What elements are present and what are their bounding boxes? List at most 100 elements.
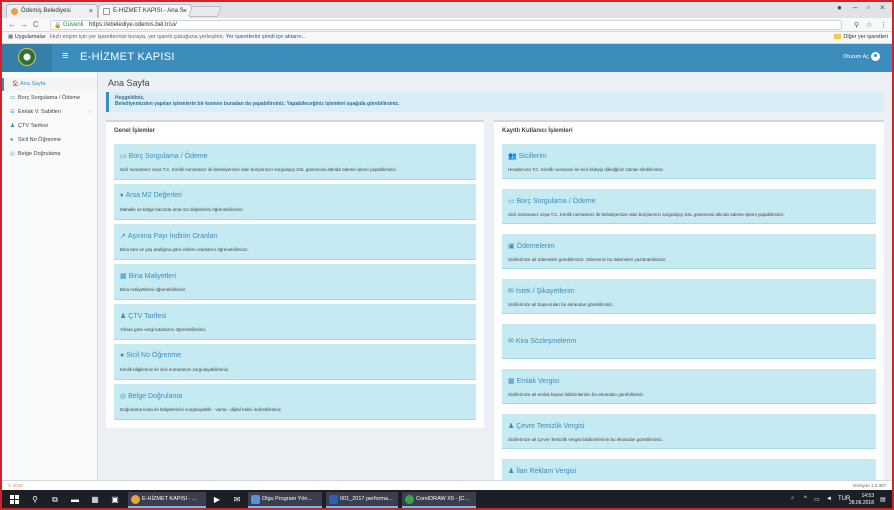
list-icon: ☰ xyxy=(10,109,15,115)
account-icon[interactable]: ● xyxy=(837,3,842,12)
network-icon[interactable]: ▭ xyxy=(814,496,820,503)
folder-icon xyxy=(834,34,842,39)
file-explorer-icon[interactable]: ▬ xyxy=(70,495,80,505)
favicon-icon xyxy=(11,8,18,15)
other-bookmarks[interactable]: Diğer yer işaretleri xyxy=(834,32,888,43)
card-my-leases[interactable]: ✉ Kira Sözleşmelerim xyxy=(502,324,876,359)
hamburger-icon[interactable]: ≡ xyxy=(62,50,68,62)
menu-icon[interactable]: ⋮ xyxy=(880,21,887,29)
main-content: Ana Sayfa Hoşgeldiniz, Belediyemizden ya… xyxy=(98,72,892,504)
card-title: 👥 Sicillerim xyxy=(508,152,547,160)
taskbar-app-label: CorelDRAW X5 - [C... xyxy=(416,496,469,502)
bookmarks-bar: ▦ Uygulamalar Hızlı erişim için yer işar… xyxy=(2,32,892,44)
taskbar-app-chrome[interactable]: E-HİZMET KAPISI - ... xyxy=(128,492,206,508)
page-footer: © 2018 Versiyon 1.0.307 xyxy=(2,480,892,490)
municipality-logo[interactable] xyxy=(2,44,52,72)
card-user-debt-inquiry[interactable]: ▭ Borç Sorgulama / Ödeme Sicil numaranız v… xyxy=(502,189,876,224)
card-ctv-tariff[interactable]: ♟ ÇTV Tarifesi Yıllara göre vergi tutarlar… xyxy=(114,304,476,340)
taskbar-app-word[interactable]: 001_2017 performa... xyxy=(326,492,398,508)
card-document-verify[interactable]: ◎ Belge Doğrulama Doğrulama kodu ile belge… xyxy=(114,384,476,420)
close-icon[interactable]: × xyxy=(183,5,187,18)
clock[interactable]: 14:53 28.06.2018 xyxy=(849,493,874,507)
taskbar-app-olgu[interactable]: Olgu Program Yön... xyxy=(248,492,322,508)
people-icon[interactable]: ♂ xyxy=(790,496,795,502)
app-title: E-HİZMET KAPISI xyxy=(80,51,175,63)
card-desc: Sicillerinize ait Çevre Temizlik Vergisi… xyxy=(508,437,663,442)
registered-user-box: Kayıtlı Kullanıcı İşlemleri 👥 Sicillerim H… xyxy=(494,120,884,504)
card-building-costs[interactable]: ▦ Bina Maliyetleri Bina maliyetlerini öğre… xyxy=(114,264,476,300)
tab-label: E-HİZMET KAPISI - Ana S xyxy=(113,8,184,14)
search-icon[interactable]: ⚲ xyxy=(30,495,40,505)
app-icon xyxy=(251,495,260,504)
windows-start-icon[interactable] xyxy=(10,495,19,504)
new-tab-button[interactable] xyxy=(187,6,223,17)
calculator-icon[interactable]: ▦ xyxy=(90,495,100,505)
tab-label: Ödemiş Belediyesi xyxy=(21,8,71,14)
mail-icon[interactable]: ✉ xyxy=(232,495,242,505)
login-button[interactable]: Oturum Aç xyxy=(843,52,880,61)
card-title: ● Sicil No Öğrenme xyxy=(120,352,181,359)
store-icon[interactable]: ▣ xyxy=(110,495,120,505)
address-bar[interactable]: 🔒 Güvenli https://ebelediye.odemis.bel.t… xyxy=(50,20,842,30)
sidebar-item-verify[interactable]: ◎ Belge Doğrulama xyxy=(2,148,97,161)
card-my-requests[interactable]: ✉ İstek / Şikayetlerim Sicillerinize ait b… xyxy=(502,279,876,314)
chrome-icon xyxy=(131,495,140,504)
taskbar-app-coreldraw[interactable]: CorelDRAW X5 - [C... xyxy=(402,492,476,508)
forward-icon[interactable]: → xyxy=(20,20,28,29)
chevron-left-icon: ‹ xyxy=(89,109,91,115)
apps-shortcut[interactable]: ▦ Uygulamalar xyxy=(8,32,46,43)
browser-tab-ehizmet[interactable]: E-HİZMET KAPISI - Ana S × xyxy=(98,4,192,18)
card-property-tax[interactable]: ▦ Emlak Vergisi Sicillerinize ait emlak be… xyxy=(502,369,876,404)
card-my-registries[interactable]: 👥 Sicillerim Hesabınıza T.C. Kimlik numara… xyxy=(502,144,876,179)
card-desc: Doğrulama kodu ile belgelerinizi sorgula… xyxy=(120,407,283,412)
info-icon: ● xyxy=(120,352,125,359)
card-environment-tax[interactable]: ♟ Çevre Temizlik Vergisi Sicillerinize ait… xyxy=(502,414,876,449)
sidebar-item-label: ÇTV Tarifesi xyxy=(18,123,48,129)
sidebar-item-home[interactable]: 🏠Ana Sayfa xyxy=(2,78,97,91)
taskbar-app-label: 001_2017 performa... xyxy=(340,496,393,502)
back-icon[interactable]: ← xyxy=(8,20,16,29)
apps-label: Uygulamalar xyxy=(14,34,46,40)
notification-icon[interactable]: ▤ xyxy=(880,496,886,503)
media-player-icon[interactable]: ▶ xyxy=(212,495,222,505)
card-my-payments[interactable]: ▣ Ödemelerim Sicillerinize ait ödemeleri g… xyxy=(502,234,876,269)
star-icon[interactable]: ☆ xyxy=(866,21,872,29)
card-desc: Mahalle ve bölge bazında arsa m2 değerle… xyxy=(120,207,244,212)
card-title: ♟ İlan Reklam Vergisi xyxy=(508,467,576,475)
close-window-icon[interactable]: × xyxy=(880,3,885,12)
app-header: ≡ E-HİZMET KAPISI Oturum Aç xyxy=(2,44,892,72)
sidebar-item-registry[interactable]: ● Sicil No Öğrenme xyxy=(2,134,97,147)
general-operations-box: Genel İşlemler ▭ Borç Sorgulama / Ödeme Si… xyxy=(106,120,484,428)
import-bookmarks-link[interactable]: Yer işaretlerini şimdi içe aktarın... xyxy=(226,34,307,40)
clock-date: 28.06.2018 xyxy=(848,500,874,506)
browser-tab-odemis[interactable]: Ödemiş Belediyesi × xyxy=(6,4,98,18)
card-land-values[interactable]: ♦ Arsa M2 Değerleri Mahalle ve bölge bazın… xyxy=(114,184,476,220)
task-view-icon[interactable]: ⧉ xyxy=(50,495,60,505)
card-depreciation[interactable]: ↗ Aşınma Payı İndirim Oranları Bina türü v… xyxy=(114,224,476,260)
taskbar-app-label: E-HİZMET KAPISI - ... xyxy=(142,496,197,502)
reload-icon[interactable]: C xyxy=(33,20,39,29)
card-title-text: Kira Sözleşmelerim xyxy=(515,338,577,345)
sidebar-item-property-tax[interactable]: ☰ Emlak V. Sabitleri ‹ xyxy=(2,106,97,119)
users-icon: 👥 xyxy=(508,153,517,160)
close-icon[interactable]: × xyxy=(89,5,93,18)
login-label: Oturum Aç xyxy=(843,54,869,60)
credit-card-icon: ▭ xyxy=(120,153,127,160)
bookmarks-hint-text: Hızlı erişim için yer işaretlerinizi bur… xyxy=(50,34,225,40)
url-text: https://ebelediye.odemis.bel.tr/ui/ xyxy=(89,22,177,28)
sidebar-item-ctv[interactable]: ♟ ÇTV Tarifesi xyxy=(2,120,97,133)
card-registry-number[interactable]: ● Sicil No Öğrenme Kimlik bilgileriniz ile… xyxy=(114,344,476,380)
volume-icon[interactable]: ◄ xyxy=(826,496,832,502)
check-circle-icon: ◎ xyxy=(10,151,15,157)
card-debt-inquiry[interactable]: ▭ Borç Sorgulama / Ödeme Sicil numaranız v… xyxy=(114,144,476,180)
card-title: ▦ Bina Maliyetleri xyxy=(120,272,176,280)
minimize-icon[interactable]: – xyxy=(853,3,857,12)
chevron-up-icon[interactable]: ^ xyxy=(804,496,807,502)
card-title-text: Emlak Vergisi xyxy=(516,378,560,385)
maximize-icon[interactable]: ▫ xyxy=(867,3,870,12)
card-title: ✉ İstek / Şikayetlerim xyxy=(508,287,575,295)
card-desc: Sicillerinize ait başvuruları bu ekranda… xyxy=(508,302,614,307)
page-title: Ana Sayfa xyxy=(108,78,150,88)
zoom-icon[interactable]: ⚲ xyxy=(854,21,859,29)
sidebar-item-debt[interactable]: ▭ Borç Sorgulama / Ödeme xyxy=(2,92,97,105)
